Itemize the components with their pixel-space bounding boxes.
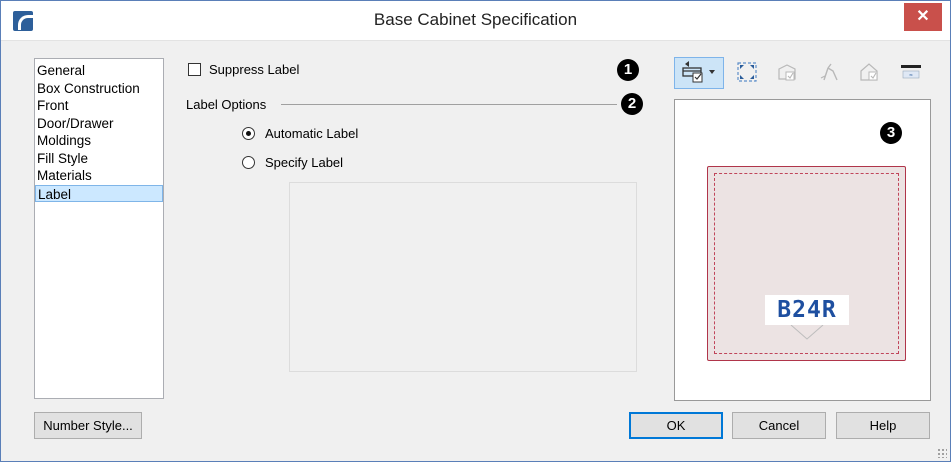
camera-view-icon (817, 60, 841, 87)
plan-view-button[interactable] (772, 57, 802, 89)
nav-item-box-construction[interactable]: Box Construction (35, 80, 163, 98)
elevation-view-icon (857, 60, 881, 87)
number-style-button[interactable]: Number Style... (34, 412, 142, 439)
nav-item-front[interactable]: Front (35, 97, 163, 115)
callout-marker-2: 2 (621, 93, 643, 115)
ok-button[interactable]: OK (629, 412, 723, 439)
dialog-window: Base Cabinet Specification ✕ General Box… (0, 0, 951, 462)
checkbox-box[interactable] (188, 63, 201, 76)
label-options-heading: Label Options (186, 97, 267, 112)
toggle-label-button[interactable]: ≈ (896, 57, 926, 89)
suppress-label-text: Suppress Label (209, 62, 300, 77)
elevation-view-button[interactable] (854, 57, 884, 89)
nav-item-moldings[interactable]: Moldings (35, 132, 163, 150)
cabinet-label-text: B24R (765, 295, 849, 325)
radio-dot[interactable] (242, 156, 255, 169)
label-preview-panel: 3 B24R (674, 99, 931, 401)
view-selector-icon (679, 59, 719, 88)
nav-item-materials[interactable]: Materials (35, 167, 163, 185)
cancel-button[interactable]: Cancel (732, 412, 826, 439)
suppress-label-checkbox[interactable]: Suppress Label (188, 62, 299, 77)
nav-item-label[interactable]: Label (35, 184, 163, 202)
nav-item-fill-style[interactable]: Fill Style (35, 150, 163, 168)
specify-label-radio[interactable]: Specify Label (242, 155, 343, 170)
help-button[interactable]: Help (836, 412, 930, 439)
group-divider (281, 104, 617, 105)
fill-window-button[interactable] (732, 57, 762, 89)
callout-marker-1: 1 (617, 59, 639, 81)
cabinet-preview: B24R (707, 166, 906, 361)
automatic-label-radio[interactable]: Automatic Label (242, 126, 358, 141)
automatic-label-text: Automatic Label (265, 126, 359, 141)
camera-view-button[interactable] (814, 57, 844, 89)
cabinet-front-marker (790, 324, 824, 340)
specify-label-text: Specify Label (265, 155, 344, 170)
resize-grip[interactable] (937, 448, 947, 458)
fill-window-icon (735, 60, 759, 87)
nav-item-general[interactable]: General (35, 62, 163, 80)
plan-view-icon (775, 60, 799, 87)
toggle-label-icon: ≈ (898, 60, 924, 87)
category-list[interactable]: General Box Construction Front Door/Draw… (34, 58, 164, 399)
dialog-title: Base Cabinet Specification (373, 10, 578, 29)
view-selector-button[interactable] (674, 57, 724, 89)
nav-item-door-drawer[interactable]: Door/Drawer (35, 115, 163, 133)
specify-label-textarea[interactable] (289, 182, 637, 372)
title-bar[interactable]: Base Cabinet Specification ✕ (1, 1, 950, 41)
close-button[interactable]: ✕ (904, 3, 942, 31)
callout-marker-3: 3 (880, 122, 902, 144)
radio-dot[interactable] (242, 127, 255, 140)
